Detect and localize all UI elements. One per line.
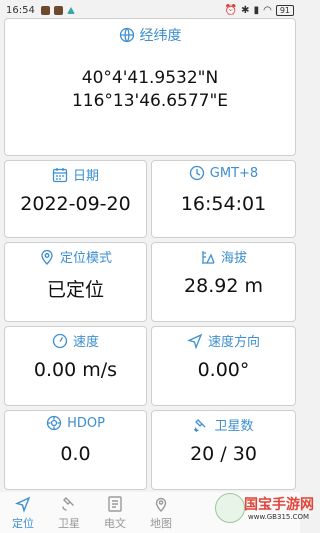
tab-location[interactable]: 定位 [0, 492, 46, 533]
satellites-value: 20 / 30 [190, 443, 257, 465]
hdop-card: HDOP 0.0 [4, 410, 147, 490]
speed-label: 速度 [72, 335, 99, 350]
time-value: 16:54:01 [180, 193, 267, 215]
document-icon [108, 495, 122, 512]
tab-map[interactable]: 地图 [138, 492, 184, 533]
speed-value: 0.00 m/s [33, 359, 118, 381]
tab-message[interactable]: 电文 [92, 492, 138, 533]
tab-label: 电文 [104, 516, 126, 530]
app-notification-icon [40, 5, 50, 15]
heading-card: 速度方向 0.00° [151, 326, 296, 406]
hdop-label: HDOP [67, 415, 105, 431]
panda-logo-icon [215, 493, 245, 523]
date-card: 日期 2022-09-20 [4, 160, 147, 238]
calendar-icon [52, 167, 68, 183]
navigation-arrow-icon [187, 333, 203, 349]
heading-label: 速度方向 [207, 335, 260, 350]
altitude-card: 海拔 28.92 m [151, 242, 296, 322]
satellite-icon [62, 496, 74, 511]
navigation-arrow-icon [14, 496, 31, 513]
latlon-card: 经纬度 40°4'41.9532"N 116°13'46.6577"E [4, 18, 296, 156]
hdop-value: 0.0 [60, 443, 91, 465]
battery-icon: 91 [275, 4, 294, 16]
status-time: 16:54 [6, 4, 35, 16]
longitude-value: 116°13'46.6577"E [71, 91, 229, 111]
tab-label: 定位 [12, 516, 34, 530]
alarm-icon: ⏰ [224, 4, 238, 16]
positioning-mode-card: 定位模式 已定位 [4, 242, 147, 322]
clock-icon [189, 165, 205, 181]
positioning-mode-value: 已定位 [46, 279, 104, 301]
watermark-logo: 国宝手游网 www.GB315.COM [215, 482, 314, 533]
heading-value: 0.00° [197, 359, 250, 381]
date-label: 日期 [72, 169, 99, 184]
map-icon [155, 497, 167, 512]
satellites-label: 卫星数 [214, 419, 254, 434]
tab-satellite[interactable]: 卫星 [46, 492, 92, 533]
latitude-value: 40°4'41.9532"N [81, 68, 219, 88]
latlon-header: 经纬度 [5, 25, 295, 45]
app-notification-icon [66, 6, 75, 14]
watermark-text: 国宝手游网 [244, 497, 314, 513]
signal-icon: ▮ [253, 4, 260, 16]
speed-card: 速度 0.00 m/s [4, 326, 147, 406]
timezone-card: GMT+8 16:54:01 [151, 160, 296, 238]
globe-icon [119, 27, 135, 43]
altitude-value: 28.92 m [184, 275, 263, 297]
altitude-icon [200, 249, 216, 265]
location-pin-icon [39, 249, 55, 265]
bluetooth-icon: ✱ [241, 4, 250, 16]
watermark-url: www.GB315.COM [248, 513, 310, 521]
speedometer-icon [52, 333, 68, 349]
positioning-mode-label: 定位模式 [59, 251, 112, 266]
status-bar: 16:54 ⏰ ✱ ▮ ◠ 91 [0, 0, 300, 20]
satellites-card: 卫星数 20 / 30 [151, 410, 296, 490]
wifi-icon: ◠ [263, 4, 272, 16]
date-value: 2022-09-20 [20, 193, 131, 215]
tab-label: 卫星 [58, 516, 80, 530]
latlon-title: 经纬度 [139, 28, 182, 44]
satellite-icon [193, 417, 209, 433]
crosshair-icon [46, 415, 62, 431]
tab-label: 地图 [150, 516, 172, 530]
altitude-label: 海拔 [220, 251, 247, 266]
timezone-label: GMT+8 [209, 165, 259, 181]
app-notification-icon [53, 5, 63, 15]
